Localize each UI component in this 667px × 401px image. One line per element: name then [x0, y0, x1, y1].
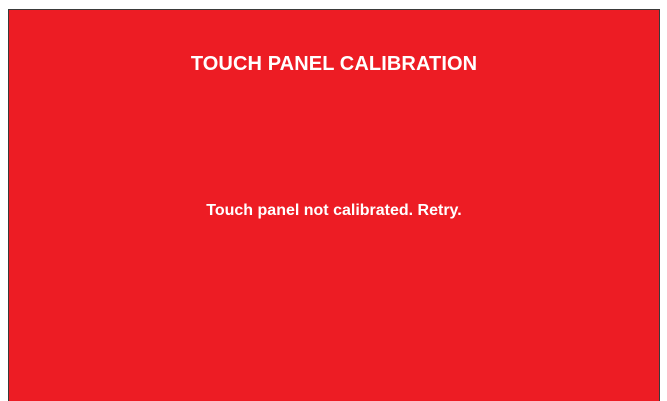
- status-message: Touch panel not calibrated. Retry.: [206, 202, 462, 219]
- calibration-screen[interactable]: TOUCH PANEL CALIBRATION Touch panel not …: [8, 9, 660, 401]
- screen-title: TOUCH PANEL CALIBRATION: [190, 53, 478, 75]
